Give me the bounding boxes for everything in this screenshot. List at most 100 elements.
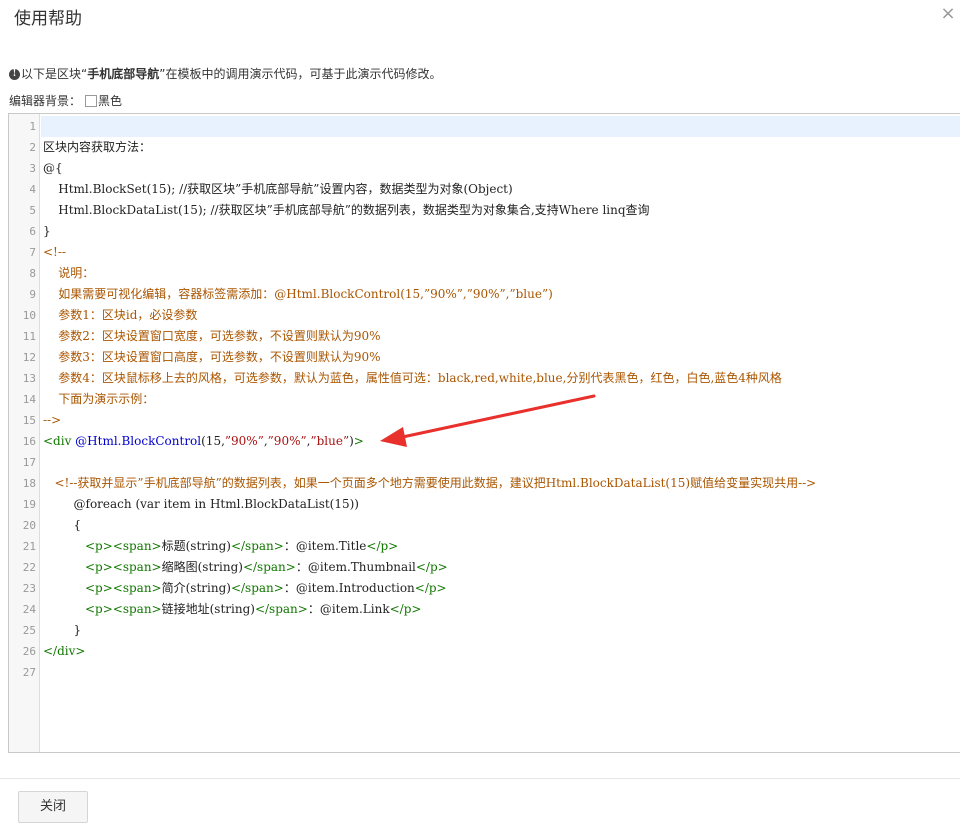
field-label: 链接地址(string) bbox=[161, 602, 255, 616]
code-line-12: 参数3：区块设置窗口高度，可选参数，不设置则默认为90% bbox=[43, 350, 381, 364]
line-number: 15 bbox=[22, 414, 36, 427]
line-number: 1 bbox=[29, 120, 36, 133]
code-line-22: <p><span>缩略图(string)</span>：@item.Thumbn… bbox=[43, 557, 960, 578]
line-number: 17 bbox=[22, 456, 36, 469]
line-number: 8 bbox=[29, 267, 36, 280]
info-icon: ! bbox=[9, 68, 20, 80]
code-line-19: @foreach (var item in Html.BlockDataList… bbox=[43, 497, 359, 511]
line-number: 12 bbox=[22, 351, 36, 364]
notice-text: ! 以下是区块“ 手机底部导航 ”在模板中的调用演示代码，可基于此演示代码修改。 bbox=[9, 64, 441, 84]
args-open: (15, bbox=[201, 434, 225, 448]
div-open-tag: <div bbox=[43, 434, 72, 448]
notice-suffix: ”在模板中的调用演示代码，可基于此演示代码修改。 bbox=[159, 67, 442, 81]
line-number: 2 bbox=[29, 141, 36, 154]
line-number: 7 bbox=[29, 246, 36, 259]
code-line-5: Html.BlockDataList(15); //获取区块”手机底部导航”的数… bbox=[43, 203, 650, 217]
arg-width: ”90%” bbox=[224, 434, 264, 448]
notice-prefix: 以下是区块“ bbox=[21, 67, 88, 81]
close-button[interactable]: 关闭 bbox=[18, 791, 88, 823]
code-line-2: 区块内容获取方法： bbox=[43, 140, 152, 154]
field-value: ：@item.Link bbox=[307, 602, 390, 616]
code-line-6: } bbox=[43, 224, 51, 238]
dialog-header: 使用帮助 × bbox=[0, 0, 960, 44]
line-number: 14 bbox=[22, 393, 36, 406]
dialog-title: 使用帮助 bbox=[14, 9, 82, 29]
code-line-9: 如果需要可视化编辑，容器标签需添加：@Html.BlockControl(15,… bbox=[43, 287, 553, 301]
editor-background-toggle: 编辑器背景： 黑色 bbox=[9, 91, 122, 111]
div-open-tag-end: > bbox=[353, 434, 364, 448]
block-control-attr: @Html.BlockControl bbox=[71, 434, 202, 448]
span-open-tag: <span> bbox=[112, 560, 162, 574]
line-number: 10 bbox=[22, 309, 36, 322]
line-number: 19 bbox=[22, 498, 36, 511]
code-line-15: --> bbox=[43, 413, 62, 427]
code-line-25: } bbox=[43, 623, 82, 637]
line-number: 21 bbox=[22, 540, 36, 553]
span-open-tag: <span> bbox=[112, 602, 162, 616]
line-number: 20 bbox=[22, 519, 36, 532]
line-number: 9 bbox=[29, 288, 36, 301]
line-number: 6 bbox=[29, 225, 36, 238]
span-close-tag: </span> bbox=[230, 539, 284, 553]
code-line-16: <div @Html.BlockControl(15,”90%”,”90%”,”… bbox=[43, 431, 960, 452]
line-number: 27 bbox=[22, 666, 36, 679]
p-open-tag: <p> bbox=[84, 560, 113, 574]
code-line-3: @{ bbox=[43, 161, 63, 175]
line-number: 25 bbox=[22, 624, 36, 637]
line-number: 3 bbox=[29, 162, 36, 175]
field-value: ：@item.Title bbox=[283, 539, 367, 553]
code-line-14: 下面为演示示例： bbox=[43, 392, 155, 406]
dark-background-option[interactable]: 黑色 bbox=[98, 91, 122, 111]
p-open-tag: <p> bbox=[84, 581, 113, 595]
field-value: ：@item.Introduction bbox=[283, 581, 415, 595]
code-line-7: <!-- bbox=[43, 245, 66, 259]
code-line-4: Html.BlockSet(15); //获取区块”手机底部导航”设置内容，数据… bbox=[43, 182, 513, 196]
field-label: 缩略图(string) bbox=[161, 560, 243, 574]
line-number: 16 bbox=[22, 435, 36, 448]
code-line-8: 说明： bbox=[43, 266, 95, 280]
code-content[interactable]: 区块内容获取方法： @{ Html.BlockSet(15); //获取区块”手… bbox=[43, 116, 960, 683]
line-number: 26 bbox=[22, 645, 36, 658]
code-line-11: 参数2：区块设置窗口宽度，可选参数，不设置则默认为90% bbox=[43, 329, 381, 343]
arg-height: ”90%” bbox=[267, 434, 307, 448]
line-number: 22 bbox=[22, 561, 36, 574]
code-line-18: <!--获取并显示”手机底部导航”的数据列表，如果一个页面多个地方需要使用此数据… bbox=[43, 476, 817, 490]
code-line-20: { bbox=[43, 518, 82, 532]
span-close-tag: </span> bbox=[254, 602, 308, 616]
code-line-13: 参数4：区块鼠标移上去的风格，可选参数，默认为蓝色，属性值可选：black,re… bbox=[43, 371, 782, 385]
line-number: 23 bbox=[22, 582, 36, 595]
span-open-tag: <span> bbox=[112, 581, 162, 595]
line-number: 24 bbox=[22, 603, 36, 616]
dialog-footer: 关闭 bbox=[0, 778, 960, 823]
dark-background-checkbox[interactable] bbox=[85, 95, 98, 107]
span-close-tag: </span> bbox=[242, 560, 296, 574]
code-line-21: <p><span>标题(string)</span>：@item.Title</… bbox=[43, 536, 960, 557]
p-close-tag: </p> bbox=[415, 560, 448, 574]
p-close-tag: </p> bbox=[366, 539, 399, 553]
notice-block-name: 手机底部导航 bbox=[87, 67, 160, 81]
p-close-tag: </p> bbox=[389, 602, 422, 616]
p-close-tag: </p> bbox=[414, 581, 447, 595]
code-line-10: 参数1：区块id，必设参数 bbox=[43, 308, 198, 322]
line-number: 5 bbox=[29, 204, 36, 217]
span-close-tag: </span> bbox=[230, 581, 284, 595]
code-line-23: <p><span>简介(string)</span>：@item.Introdu… bbox=[43, 578, 960, 599]
line-number-gutter: 1 2 3 4 5 6 7 8 9 10 11 12 13 14 15 16 17 18 19 20 21 22 23 24 2… bbox=[9, 114, 40, 752]
field-value: ：@item.Thumbnail bbox=[295, 560, 416, 574]
line-number: 18 bbox=[22, 477, 36, 490]
field-label: 简介(string) bbox=[161, 581, 231, 595]
arg-style: ”blue” bbox=[310, 434, 350, 448]
close-icon[interactable]: × bbox=[940, 5, 956, 23]
span-open-tag: <span> bbox=[112, 539, 162, 553]
editor-background-label: 编辑器背景： bbox=[9, 94, 82, 108]
line-number: 13 bbox=[22, 372, 36, 385]
code-line-24: <p><span>链接地址(string)</span>：@item.Link<… bbox=[43, 599, 960, 620]
line-number: 4 bbox=[29, 183, 36, 196]
code-editor[interactable]: 1 2 3 4 5 6 7 8 9 10 11 12 13 14 15 16 17 18 19 20 21 22 23 24 2… bbox=[8, 113, 960, 753]
